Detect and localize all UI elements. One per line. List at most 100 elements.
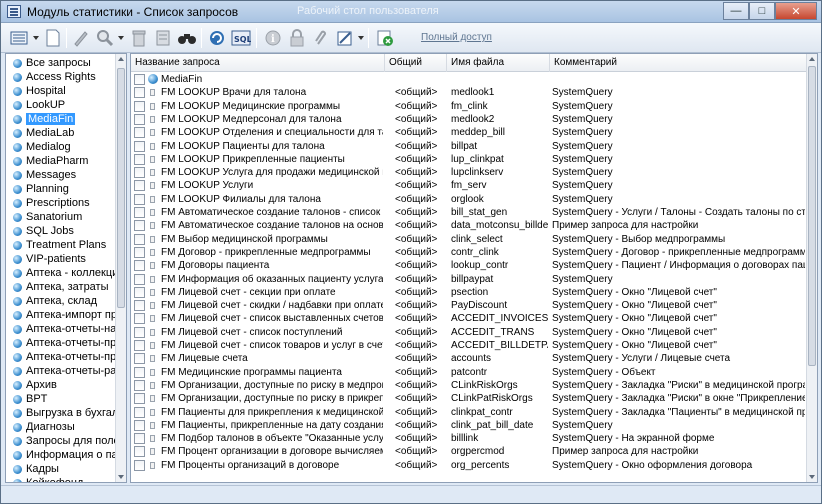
table-row[interactable]: FM Процент организации в договоре вычисл…: [131, 445, 807, 458]
table-row[interactable]: FM Пациенты, прикрепленные на дату созда…: [131, 419, 807, 432]
sidebar-item[interactable]: Аптека-отчеты-прихо...: [6, 350, 116, 364]
row-checkbox[interactable]: [134, 353, 145, 365]
sidebar-scrollbar[interactable]: [115, 54, 126, 482]
table-row[interactable]: FM Лицевые счета <общий> accounts SystemQue…: [131, 352, 807, 365]
exit-icon[interactable]: [375, 28, 395, 48]
sidebar-item[interactable]: Аптека - коллекция: [6, 266, 116, 280]
row-checkbox[interactable]: [134, 246, 145, 258]
scroll-down-arrow-icon[interactable]: [809, 475, 815, 479]
sidebar-item[interactable]: LookUP: [6, 98, 116, 112]
list-view-icon[interactable]: [9, 28, 29, 48]
row-checkbox[interactable]: [134, 140, 145, 152]
row-checkbox[interactable]: [134, 180, 145, 192]
table-row[interactable]: FM Автоматическое создание талонов - спи…: [131, 206, 807, 219]
sidebar-item[interactable]: Запросы для полей "с...: [6, 434, 116, 448]
sidebar-item[interactable]: Диагнозы: [6, 420, 116, 434]
row-checkbox[interactable]: [134, 74, 145, 85]
table-row[interactable]: FM Договоры пациента <общий> lookup_contr S…: [131, 259, 807, 272]
sidebar-item[interactable]: Кадры: [6, 462, 116, 476]
table-row[interactable]: FM LOOKUP Медицинские программы <общий> fm…: [131, 100, 807, 113]
row-checkbox[interactable]: [134, 366, 145, 378]
row-checkbox[interactable]: [134, 406, 145, 418]
table-row[interactable]: FM LOOKUP Медперсонал для талона <общий> m…: [131, 113, 807, 126]
sidebar-item[interactable]: MediaPharm: [6, 154, 116, 168]
column-header-shared[interactable]: Общий: [385, 54, 447, 72]
sidebar-item[interactable]: Все запросы: [6, 56, 116, 70]
sidebar-item[interactable]: Prescriptions: [6, 196, 116, 210]
row-checkbox[interactable]: [134, 393, 145, 405]
lock-icon[interactable]: [287, 28, 307, 48]
row-checkbox[interactable]: [134, 113, 145, 125]
table-row[interactable]: FM LOOKUP Пациенты для талона <общий> bill…: [131, 140, 807, 153]
column-header-name[interactable]: Название запроса: [131, 54, 385, 72]
scroll-down-arrow-icon[interactable]: [118, 475, 124, 479]
sidebar-item[interactable]: Койкофонд: [6, 476, 116, 482]
row-checkbox[interactable]: [134, 87, 145, 99]
row-checkbox[interactable]: [134, 340, 145, 351]
row-checkbox[interactable]: [134, 313, 145, 325]
row-checkbox[interactable]: [134, 127, 145, 139]
row-checkbox[interactable]: [134, 193, 145, 205]
row-checkbox[interactable]: [134, 233, 145, 245]
table-row[interactable]: FM Лицевой счет - секции при оплате <общи…: [131, 286, 807, 299]
row-checkbox[interactable]: [134, 446, 145, 458]
sidebar-item[interactable]: Medialog: [6, 140, 116, 154]
row-checkbox[interactable]: [134, 326, 145, 338]
refresh-icon[interactable]: [207, 28, 227, 48]
minimize-button[interactable]: —: [723, 2, 749, 20]
table-row[interactable]: FM LOOKUP Филиалы для талона <общий> orglo…: [131, 193, 807, 206]
full-access-link[interactable]: Полный доступ: [421, 32, 492, 43]
table-row[interactable]: FM Автоматическое создание талонов на ос…: [131, 219, 807, 232]
sidebar-item[interactable]: BPT: [6, 392, 116, 406]
new-doc-icon[interactable]: [43, 28, 63, 48]
table-row[interactable]: FM Лицевой счет - список товаров и услуг…: [131, 339, 807, 352]
sidebar-item[interactable]: Аптека, склад: [6, 294, 116, 308]
table-row[interactable]: FM Лицевой счет - список поступлений <общ…: [131, 326, 807, 339]
table-row[interactable]: FM Договор - прикрепленные медпрограммы <…: [131, 246, 807, 259]
table-row[interactable]: FM Пациенты для прикрепления к медицинск…: [131, 406, 807, 419]
export-icon[interactable]: [335, 28, 355, 48]
sidebar-item[interactable]: SQL Jobs: [6, 224, 116, 238]
sidebar-item[interactable]: Hospital: [6, 84, 116, 98]
row-checkbox[interactable]: [134, 220, 145, 232]
binoculars-icon[interactable]: [177, 28, 197, 48]
table-row-root[interactable]: MediaFin: [131, 73, 807, 86]
delete-icon[interactable]: [129, 28, 149, 48]
table-scroll-thumb[interactable]: [808, 66, 816, 366]
edit-icon[interactable]: [71, 28, 91, 48]
row-checkbox[interactable]: [134, 260, 145, 272]
sidebar-item[interactable]: Архив: [6, 378, 116, 392]
sql-icon[interactable]: SQL: [231, 28, 251, 48]
column-header-comment[interactable]: Комментарий: [550, 54, 807, 72]
table-row[interactable]: FM Лицевой счет - список выставленных сч…: [131, 312, 807, 325]
scroll-up-arrow-icon[interactable]: [118, 57, 124, 61]
sidebar-item[interactable]: Access Rights: [6, 70, 116, 84]
table-row[interactable]: FM LOOKUP Услуги <общий> fm_serv SystemQuer…: [131, 179, 807, 192]
row-checkbox[interactable]: [134, 100, 145, 112]
table-row[interactable]: FM Лицевой счет - скидки / надбавки при …: [131, 299, 807, 312]
table-row[interactable]: FM Организации, доступные по риску в при…: [131, 392, 807, 405]
table-row[interactable]: FM LOOKUP Прикрепленные пациенты <общий> l…: [131, 153, 807, 166]
row-checkbox[interactable]: [134, 286, 145, 298]
sidebar-item[interactable]: Выгрузка в бухгалтер...: [6, 406, 116, 420]
table-scrollbar[interactable]: [806, 54, 817, 482]
table-row[interactable]: FM Информация об оказанных пациенту услу…: [131, 273, 807, 286]
column-header-file[interactable]: Имя файла: [447, 54, 550, 72]
row-checkbox[interactable]: [134, 207, 145, 218]
table-row[interactable]: FM Выбор медицинской программы <общий> cli…: [131, 233, 807, 246]
sidebar-item[interactable]: Аптека-импорт прихо...: [6, 308, 116, 322]
row-checkbox[interactable]: [134, 300, 145, 312]
sidebar-item[interactable]: Аптека-отчеты-прихо...: [6, 336, 116, 350]
filter-icon[interactable]: [153, 28, 173, 48]
row-checkbox[interactable]: [134, 419, 145, 431]
row-checkbox[interactable]: [134, 167, 145, 179]
row-checkbox[interactable]: [134, 433, 145, 445]
sidebar-item[interactable]: Информация о пациен...: [6, 448, 116, 462]
sidebar-item[interactable]: Sanatorium: [6, 210, 116, 224]
sidebar-item[interactable]: Planning: [6, 182, 116, 196]
row-checkbox[interactable]: [134, 459, 145, 471]
row-checkbox[interactable]: [134, 273, 145, 285]
sidebar-item[interactable]: Messages: [6, 168, 116, 182]
chevron-down-icon[interactable]: [33, 36, 39, 40]
table-row[interactable]: FM Организации, доступные по риску в мед…: [131, 379, 807, 392]
